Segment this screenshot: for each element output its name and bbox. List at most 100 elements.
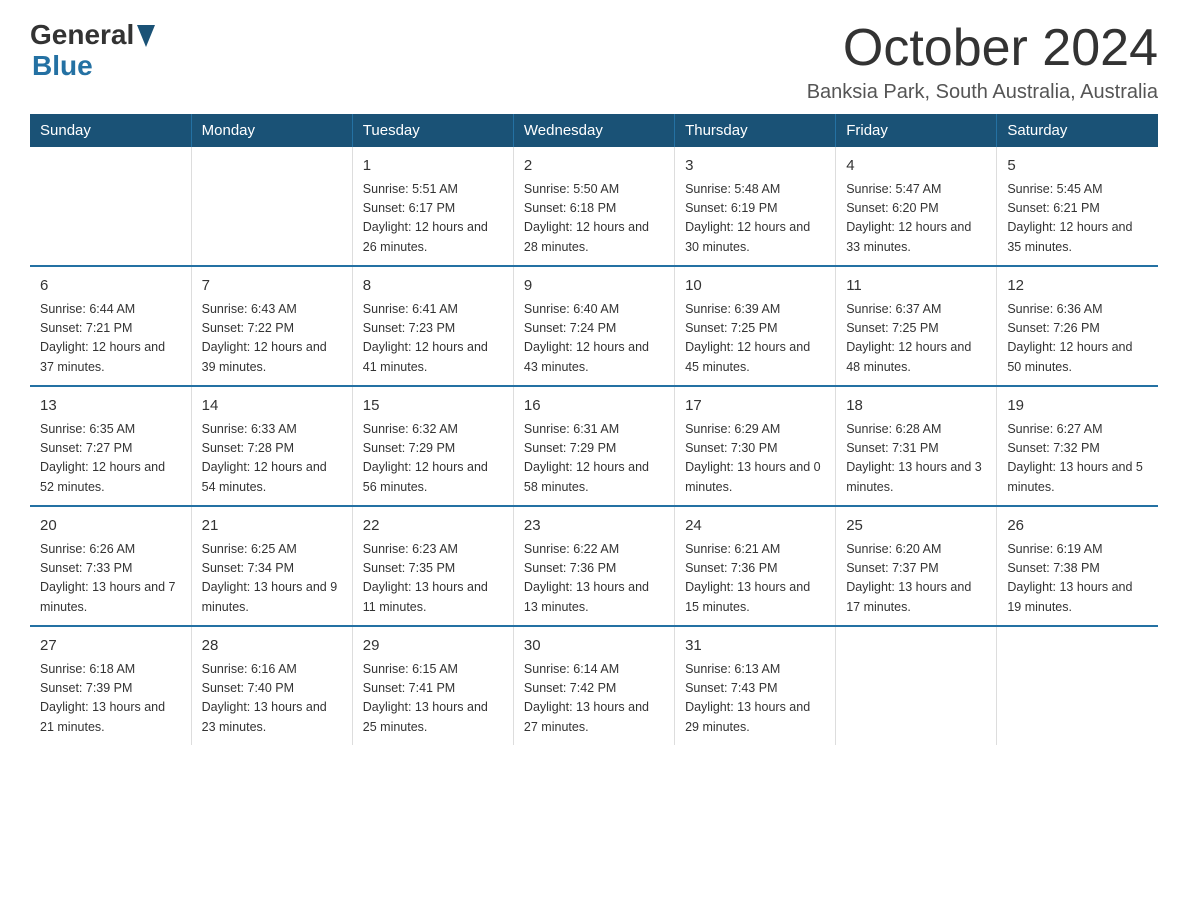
day-number: 19 <box>1007 395 1148 418</box>
day-number: 26 <box>1007 515 1148 538</box>
calendar-cell: 8Sunrise: 6:41 AMSunset: 7:23 PMDaylight… <box>352 266 513 386</box>
day-number: 21 <box>202 515 342 538</box>
day-number: 7 <box>202 275 342 298</box>
day-info: Sunrise: 6:15 AMSunset: 7:41 PMDaylight:… <box>363 660 503 738</box>
calendar-week-row: 1Sunrise: 5:51 AMSunset: 6:17 PMDaylight… <box>30 147 1158 266</box>
day-number: 1 <box>363 155 503 178</box>
day-info: Sunrise: 6:14 AMSunset: 7:42 PMDaylight:… <box>524 660 664 738</box>
calendar-cell: 9Sunrise: 6:40 AMSunset: 7:24 PMDaylight… <box>513 266 674 386</box>
day-number: 23 <box>524 515 664 538</box>
calendar-cell: 1Sunrise: 5:51 AMSunset: 6:17 PMDaylight… <box>352 147 513 266</box>
calendar-header-row: SundayMondayTuesdayWednesdayThursdayFrid… <box>30 114 1158 147</box>
calendar-cell: 26Sunrise: 6:19 AMSunset: 7:38 PMDayligh… <box>997 506 1158 626</box>
day-number: 5 <box>1007 155 1148 178</box>
logo-blue-text: Blue <box>32 51 93 82</box>
day-info: Sunrise: 6:33 AMSunset: 7:28 PMDaylight:… <box>202 420 342 498</box>
calendar-cell: 22Sunrise: 6:23 AMSunset: 7:35 PMDayligh… <box>352 506 513 626</box>
weekday-header-monday: Monday <box>191 114 352 147</box>
calendar-cell <box>997 626 1158 745</box>
calendar-table: SundayMondayTuesdayWednesdayThursdayFrid… <box>30 114 1158 745</box>
day-number: 14 <box>202 395 342 418</box>
day-info: Sunrise: 6:25 AMSunset: 7:34 PMDaylight:… <box>202 540 342 618</box>
logo-triangle-icon <box>137 25 155 52</box>
day-number: 3 <box>685 155 825 178</box>
calendar-week-row: 13Sunrise: 6:35 AMSunset: 7:27 PMDayligh… <box>30 386 1158 506</box>
title-section: October 2024 Banksia Park, South Austral… <box>807 20 1158 104</box>
calendar-cell: 16Sunrise: 6:31 AMSunset: 7:29 PMDayligh… <box>513 386 674 506</box>
calendar-cell: 17Sunrise: 6:29 AMSunset: 7:30 PMDayligh… <box>675 386 836 506</box>
calendar-cell: 5Sunrise: 5:45 AMSunset: 6:21 PMDaylight… <box>997 147 1158 266</box>
calendar-cell: 27Sunrise: 6:18 AMSunset: 7:39 PMDayligh… <box>30 626 191 745</box>
day-info: Sunrise: 6:23 AMSunset: 7:35 PMDaylight:… <box>363 540 503 618</box>
day-number: 27 <box>40 635 181 658</box>
calendar-cell <box>30 147 191 266</box>
day-info: Sunrise: 6:29 AMSunset: 7:30 PMDaylight:… <box>685 420 825 498</box>
day-info: Sunrise: 6:43 AMSunset: 7:22 PMDaylight:… <box>202 300 342 378</box>
day-info: Sunrise: 6:26 AMSunset: 7:33 PMDaylight:… <box>40 540 181 618</box>
day-info: Sunrise: 6:36 AMSunset: 7:26 PMDaylight:… <box>1007 300 1148 378</box>
day-info: Sunrise: 6:41 AMSunset: 7:23 PMDaylight:… <box>363 300 503 378</box>
calendar-cell: 7Sunrise: 6:43 AMSunset: 7:22 PMDaylight… <box>191 266 352 386</box>
day-number: 10 <box>685 275 825 298</box>
calendar-cell: 25Sunrise: 6:20 AMSunset: 7:37 PMDayligh… <box>836 506 997 626</box>
calendar-week-row: 20Sunrise: 6:26 AMSunset: 7:33 PMDayligh… <box>30 506 1158 626</box>
day-number: 2 <box>524 155 664 178</box>
calendar-cell: 4Sunrise: 5:47 AMSunset: 6:20 PMDaylight… <box>836 147 997 266</box>
calendar-cell: 23Sunrise: 6:22 AMSunset: 7:36 PMDayligh… <box>513 506 674 626</box>
day-info: Sunrise: 6:16 AMSunset: 7:40 PMDaylight:… <box>202 660 342 738</box>
day-info: Sunrise: 5:51 AMSunset: 6:17 PMDaylight:… <box>363 180 503 258</box>
day-info: Sunrise: 6:35 AMSunset: 7:27 PMDaylight:… <box>40 420 181 498</box>
page-header: General Blue October 2024 Banksia Park, … <box>30 20 1158 104</box>
calendar-cell: 18Sunrise: 6:28 AMSunset: 7:31 PMDayligh… <box>836 386 997 506</box>
day-number: 29 <box>363 635 503 658</box>
calendar-cell: 15Sunrise: 6:32 AMSunset: 7:29 PMDayligh… <box>352 386 513 506</box>
calendar-cell: 31Sunrise: 6:13 AMSunset: 7:43 PMDayligh… <box>675 626 836 745</box>
weekday-header-tuesday: Tuesday <box>352 114 513 147</box>
calendar-cell: 24Sunrise: 6:21 AMSunset: 7:36 PMDayligh… <box>675 506 836 626</box>
weekday-header-sunday: Sunday <box>30 114 191 147</box>
calendar-week-row: 6Sunrise: 6:44 AMSunset: 7:21 PMDaylight… <box>30 266 1158 386</box>
location-subtitle: Banksia Park, South Australia, Australia <box>807 81 1158 104</box>
day-number: 31 <box>685 635 825 658</box>
calendar-cell: 12Sunrise: 6:36 AMSunset: 7:26 PMDayligh… <box>997 266 1158 386</box>
calendar-cell: 30Sunrise: 6:14 AMSunset: 7:42 PMDayligh… <box>513 626 674 745</box>
day-info: Sunrise: 5:50 AMSunset: 6:18 PMDaylight:… <box>524 180 664 258</box>
day-number: 28 <box>202 635 342 658</box>
calendar-week-row: 27Sunrise: 6:18 AMSunset: 7:39 PMDayligh… <box>30 626 1158 745</box>
day-info: Sunrise: 6:40 AMSunset: 7:24 PMDaylight:… <box>524 300 664 378</box>
weekday-header-wednesday: Wednesday <box>513 114 674 147</box>
day-number: 12 <box>1007 275 1148 298</box>
day-info: Sunrise: 6:22 AMSunset: 7:36 PMDaylight:… <box>524 540 664 618</box>
calendar-cell: 21Sunrise: 6:25 AMSunset: 7:34 PMDayligh… <box>191 506 352 626</box>
calendar-cell <box>836 626 997 745</box>
calendar-cell: 19Sunrise: 6:27 AMSunset: 7:32 PMDayligh… <box>997 386 1158 506</box>
calendar-cell: 11Sunrise: 6:37 AMSunset: 7:25 PMDayligh… <box>836 266 997 386</box>
day-info: Sunrise: 6:32 AMSunset: 7:29 PMDaylight:… <box>363 420 503 498</box>
logo-general-text: General <box>30 20 134 51</box>
day-info: Sunrise: 6:37 AMSunset: 7:25 PMDaylight:… <box>846 300 986 378</box>
day-number: 9 <box>524 275 664 298</box>
calendar-cell <box>191 147 352 266</box>
day-info: Sunrise: 6:44 AMSunset: 7:21 PMDaylight:… <box>40 300 181 378</box>
day-info: Sunrise: 6:18 AMSunset: 7:39 PMDaylight:… <box>40 660 181 738</box>
logo: General Blue <box>30 20 155 82</box>
day-info: Sunrise: 5:47 AMSunset: 6:20 PMDaylight:… <box>846 180 986 258</box>
day-info: Sunrise: 5:48 AMSunset: 6:19 PMDaylight:… <box>685 180 825 258</box>
calendar-cell: 10Sunrise: 6:39 AMSunset: 7:25 PMDayligh… <box>675 266 836 386</box>
day-number: 20 <box>40 515 181 538</box>
day-number: 30 <box>524 635 664 658</box>
day-number: 13 <box>40 395 181 418</box>
day-info: Sunrise: 6:31 AMSunset: 7:29 PMDaylight:… <box>524 420 664 498</box>
calendar-cell: 28Sunrise: 6:16 AMSunset: 7:40 PMDayligh… <box>191 626 352 745</box>
day-number: 22 <box>363 515 503 538</box>
day-number: 18 <box>846 395 986 418</box>
calendar-cell: 13Sunrise: 6:35 AMSunset: 7:27 PMDayligh… <box>30 386 191 506</box>
day-number: 8 <box>363 275 503 298</box>
day-info: Sunrise: 6:13 AMSunset: 7:43 PMDaylight:… <box>685 660 825 738</box>
day-number: 15 <box>363 395 503 418</box>
day-number: 24 <box>685 515 825 538</box>
calendar-cell: 6Sunrise: 6:44 AMSunset: 7:21 PMDaylight… <box>30 266 191 386</box>
day-number: 16 <box>524 395 664 418</box>
day-number: 6 <box>40 275 181 298</box>
day-number: 25 <box>846 515 986 538</box>
